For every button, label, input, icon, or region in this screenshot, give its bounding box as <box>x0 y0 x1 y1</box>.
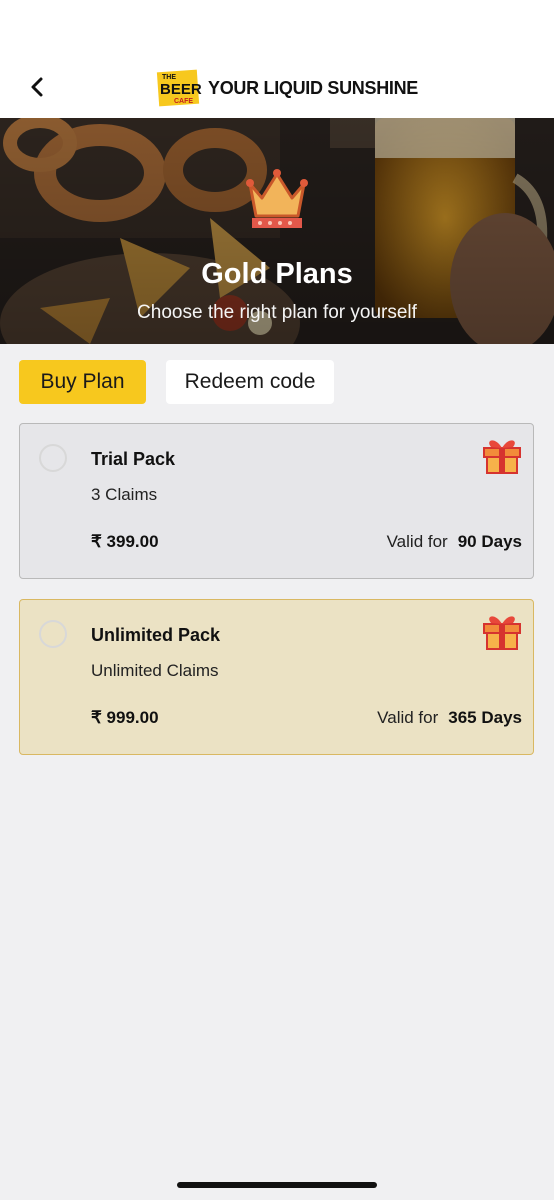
plan-claims: 3 Claims <box>91 485 158 504</box>
beer-cafe-logo: THE BEER CAFE <box>154 68 202 108</box>
plan-name: Unlimited Pack <box>91 625 221 645</box>
top-bar: THE BEER CAFE YOUR LIQUID SUNSHINE <box>0 0 554 118</box>
plan-validity: Valid for 90 Days <box>387 532 522 552</box>
svg-text:THE: THE <box>162 74 176 81</box>
validity-label: Valid for <box>377 708 439 727</box>
plan-card-trial[interactable]: Trial Pack 3 Claims ₹ 399.00 Valid for 9… <box>19 423 534 579</box>
tab-redeem-code[interactable]: Redeem code <box>166 360 334 404</box>
brand-tagline: YOUR LIQUID SUNSHINE <box>208 77 419 98</box>
plan-claims: Unlimited Claims <box>91 661 219 680</box>
svg-text:BEER: BEER <box>160 81 202 98</box>
tab-buy-plan[interactable]: Buy Plan <box>19 360 146 404</box>
plan-radio[interactable] <box>39 620 67 648</box>
brand: THE BEER CAFE YOUR LIQUID SUNSHINE <box>154 68 418 108</box>
plan-price: ₹ 399.00 <box>91 532 159 551</box>
chevron-left-icon <box>31 77 43 97</box>
back-button[interactable] <box>22 72 52 102</box>
validity-duration: 365 Days <box>448 708 522 727</box>
plan-radio[interactable] <box>39 444 67 472</box>
gift-icon <box>483 616 521 650</box>
gift-icon <box>483 440 521 474</box>
svg-text:CAFE: CAFE <box>174 98 193 105</box>
plan-name: Trial Pack <box>91 449 176 469</box>
plan-price: ₹ 999.00 <box>91 708 159 727</box>
plan-validity: Valid for 365 Days <box>377 708 522 728</box>
plan-card-unlimited[interactable]: Unlimited Pack Unlimited Claims ₹ 999.00… <box>19 599 534 755</box>
page-title: Gold Plans <box>201 258 353 290</box>
validity-label: Valid for <box>386 532 448 551</box>
home-indicator[interactable] <box>177 1182 377 1188</box>
crown-icon <box>244 164 310 232</box>
validity-duration: 90 Days <box>457 532 522 551</box>
page-subtitle: Choose the right plan for yourself <box>137 302 417 323</box>
